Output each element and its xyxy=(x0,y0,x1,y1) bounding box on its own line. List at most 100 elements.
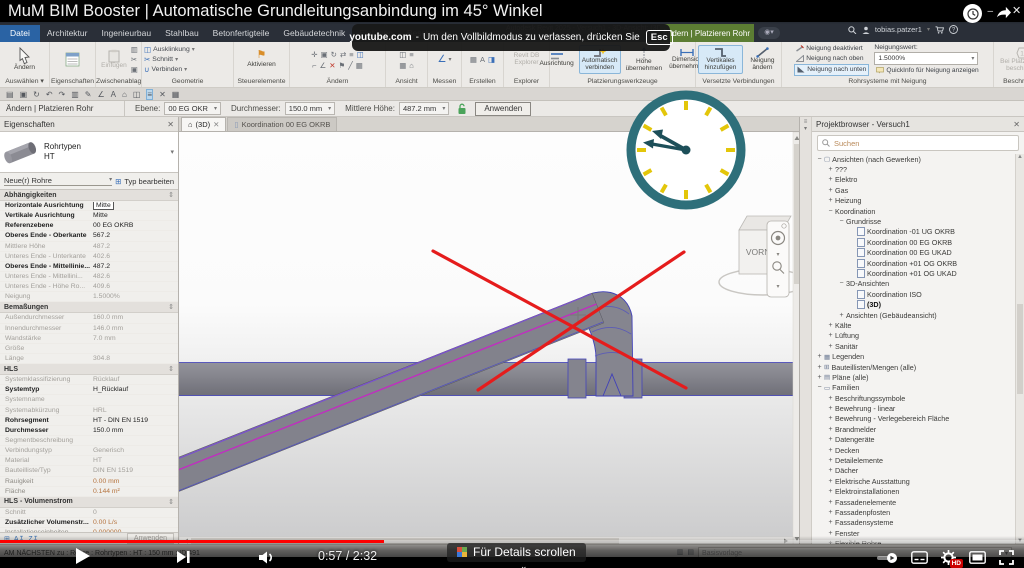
tree-item[interactable]: +Beschriftungssymbole xyxy=(812,393,1015,403)
navigation-bar[interactable]: ▾ ▾ xyxy=(767,221,789,297)
tree-item[interactable]: +Dächer xyxy=(812,466,1015,476)
tree-item[interactable]: +Brandmelder xyxy=(812,424,1015,434)
sync-icon[interactable]: ↻ xyxy=(33,89,40,100)
undo-icon[interactable]: ↶ xyxy=(46,89,53,100)
tree-item[interactable]: −▢Ansichten (nach Gewerken) xyxy=(812,154,1015,164)
durchmesser-combo[interactable]: 150.0 mm▾ xyxy=(285,102,335,115)
text-icon[interactable]: A xyxy=(111,89,116,100)
rotate-icon[interactable]: ↻ xyxy=(331,50,337,59)
close-icon[interactable]: ✕ xyxy=(1012,4,1024,17)
element-filter-combo[interactable]: Neue(r) Rohre▾ xyxy=(4,176,112,186)
neigung-nach-unten-option[interactable]: Neigung nach unten xyxy=(794,64,869,76)
bei-platzierung-beschriften-button[interactable]: 1 Bei Platzierung beschriften xyxy=(996,46,1024,74)
tree-item[interactable]: +Fassadenelemente xyxy=(812,497,1015,507)
paste-small-icon[interactable]: ▥ xyxy=(131,45,138,54)
quickinfo-toggle[interactable]: QuickInfo für Neigung anzeigen xyxy=(874,66,980,76)
tree-item[interactable]: +??? xyxy=(812,164,1015,174)
scale-icon[interactable]: ╱ xyxy=(348,61,353,70)
neigung-deaktiviert-option[interactable]: Neigung deaktiviert xyxy=(794,44,869,54)
pin-tool-icon[interactable]: ⚑ xyxy=(339,61,346,70)
property-section-header[interactable]: Abhängigkeiten⇕ xyxy=(0,190,178,201)
watch-later-button[interactable] xyxy=(963,4,982,23)
tree-item[interactable]: −Grundrisse xyxy=(812,216,1015,226)
sketch-icon[interactable]: ✎ xyxy=(85,89,92,100)
tree-item[interactable]: +Elektroinstallationen xyxy=(812,487,1015,497)
mittlere-hoehe-combo[interactable]: 487.2 mm▾ xyxy=(399,102,449,115)
help-icon[interactable]: ? xyxy=(949,25,958,34)
group-label-eigenschaften[interactable]: Eigenschaften xyxy=(50,77,95,87)
property-row[interactable]: SystemklassifizierungRücklauf xyxy=(0,375,178,385)
property-row[interactable]: Mittlere Höhe487.2 xyxy=(0,242,178,252)
modify-options-pill[interactable]: ◉▾ xyxy=(758,27,780,39)
share-button[interactable] xyxy=(995,5,1012,20)
property-row[interactable]: Unteres Ende - Unterkante402.6 xyxy=(0,252,178,262)
view-tab-koordination[interactable]: ▯ Koordination 00 EG OKRB xyxy=(227,117,337,131)
tree-item[interactable]: +Decken xyxy=(812,445,1015,455)
property-row[interactable]: Referenzebene00 EG OKRB xyxy=(0,221,178,231)
play-button[interactable] xyxy=(74,547,91,565)
property-row[interactable]: VerbindungstypGenerisch xyxy=(0,446,178,456)
copy-icon[interactable]: ▣ xyxy=(131,65,138,74)
schnitt-menu[interactable]: ✂Schnitt▾ xyxy=(144,55,178,64)
palette-edge-strip[interactable]: ≡▾ xyxy=(800,117,812,544)
paste-button[interactable]: Einfügen xyxy=(99,48,129,71)
property-row[interactable]: SystemtypH_Rücklauf xyxy=(0,385,178,395)
create-section-icon[interactable]: ◨ xyxy=(488,55,495,64)
tree-item[interactable]: +Fassadensysteme xyxy=(812,518,1015,528)
property-row[interactable]: Länge304.8 xyxy=(0,354,178,364)
property-row[interactable]: Unteres Ende - Mittellini...482.6 xyxy=(0,272,178,282)
tree-item[interactable]: +Fassadenpfosten xyxy=(812,507,1015,517)
property-row[interactable]: Rauigkeit0.00 mm xyxy=(0,477,178,487)
tree-item[interactable]: +▦Legenden xyxy=(812,351,1015,361)
ausklinkung-menu[interactable]: ◫Ausklinkung▾ xyxy=(144,45,195,54)
ausrichtung-button[interactable]: Ausrichtung xyxy=(537,50,575,69)
settings-button[interactable]: HD xyxy=(941,550,956,565)
tree-item[interactable]: +Kälte xyxy=(812,320,1015,330)
close-icon[interactable]: ✕ xyxy=(159,89,166,100)
move-icon[interactable]: ✛ xyxy=(311,50,317,59)
tab-architektur[interactable]: Architektur xyxy=(40,25,95,42)
user-menu-caret-icon[interactable]: ▾ xyxy=(927,26,930,33)
windows-icon[interactable]: ▦ xyxy=(172,89,180,100)
tree-item[interactable]: +Heizung xyxy=(812,196,1015,206)
contextual-tab-platzieren-rohr[interactable]: Ändern | Platzieren Rohr xyxy=(660,24,754,42)
tree-item[interactable]: Koordination 00 EG OKRB xyxy=(812,237,1015,247)
browser-search-input[interactable]: Suchen xyxy=(817,135,1019,151)
redo-icon[interactable]: ↷ xyxy=(59,89,66,100)
tab-gebaeudetechnik[interactable]: Gebäudetechnik xyxy=(276,25,352,42)
view-tab-close-icon[interactable]: ✕ xyxy=(213,120,219,129)
tree-item[interactable]: +Elektro xyxy=(812,175,1015,185)
unlock-icon[interactable] xyxy=(457,103,467,115)
theater-mode-button[interactable] xyxy=(969,551,986,564)
section-icon[interactable]: ◫ xyxy=(133,89,141,100)
tree-item[interactable]: +Elektrische Ausstattung xyxy=(812,476,1015,486)
array-icon[interactable]: ▦ xyxy=(356,61,363,70)
aktivieren-button[interactable]: ⚑ Aktivieren xyxy=(245,49,278,69)
tab-stahlbau[interactable]: Stahlbau xyxy=(158,25,206,42)
property-row[interactable]: Bauteilliste/TypDIN EN 1519 xyxy=(0,466,178,476)
save-icon[interactable]: ▣ xyxy=(20,89,28,100)
properties-close-icon[interactable]: ✕ xyxy=(167,120,174,129)
tab-ingenieurbau[interactable]: Ingenieurbau xyxy=(94,25,158,42)
typ-bearbeiten-button[interactable]: Typ bearbeiten xyxy=(124,177,174,186)
trim-icon[interactable]: ⌐ xyxy=(312,61,316,70)
tree-item[interactable]: Koordination +01 OG UKAD xyxy=(812,268,1015,278)
align-icon[interactable]: ≡ xyxy=(349,50,353,59)
signed-in-user[interactable]: tobias.patzer1 xyxy=(875,25,922,34)
browser-scrollbar[interactable]: ▲▼ xyxy=(1015,154,1024,544)
tab-datei[interactable]: Datei xyxy=(0,25,40,42)
tree-item[interactable]: Koordination ISO xyxy=(812,289,1015,299)
home-icon[interactable]: ⌂ xyxy=(122,89,127,100)
print-icon[interactable]: ▥ xyxy=(71,89,79,100)
property-row[interactable]: Größe xyxy=(0,344,178,354)
neigungswert-combo[interactable]: 1.5000%▾ xyxy=(874,52,978,65)
property-section-header[interactable]: HLS - Volumenstrom⇕ xyxy=(0,497,178,508)
property-row[interactable]: Innendurchmesser146.0 mm xyxy=(0,324,178,334)
tree-item[interactable]: Koordination -01 UG OKRB xyxy=(812,227,1015,237)
tree-item[interactable]: −▭Familien xyxy=(812,383,1015,393)
tree-item[interactable]: +Lüftung xyxy=(812,331,1015,341)
project-browser-close-icon[interactable]: ✕ xyxy=(1013,120,1020,129)
measure-icon[interactable]: ∠ xyxy=(438,55,447,64)
property-row[interactable]: Segmentbeschreibung xyxy=(0,436,178,446)
thin-icon[interactable]: ≡ xyxy=(146,89,153,100)
